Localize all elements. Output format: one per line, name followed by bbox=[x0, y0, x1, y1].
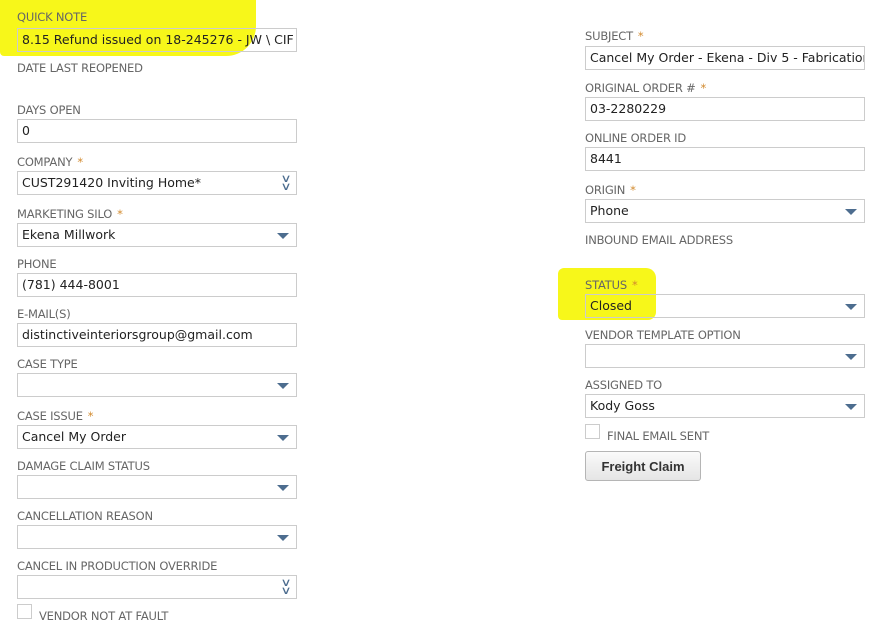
assigned-to-select[interactable]: Kody Goss bbox=[585, 394, 865, 418]
damage-claim-status-label: DAMAGE CLAIM STATUS bbox=[17, 459, 150, 473]
case-type-label: CASE TYPE bbox=[17, 357, 78, 371]
marketing-silo-label: MARKETING SILO * bbox=[17, 207, 123, 221]
required-asterisk-icon: * bbox=[117, 207, 123, 221]
e-mail-s-label: E-MAIL(S) bbox=[17, 307, 71, 321]
case-issue-label: CASE ISSUE * bbox=[17, 409, 94, 423]
field-label-text: QUICK NOTE bbox=[17, 10, 88, 24]
company-select[interactable]: CUST291420 Inviting Home* ∨ ∨ bbox=[17, 171, 297, 195]
online-order-id-input[interactable]: 8441 bbox=[585, 147, 865, 171]
field-label-text: INBOUND EMAIL ADDRESS bbox=[585, 233, 734, 247]
required-asterisk-icon: * bbox=[700, 81, 707, 95]
date-last-reopened-label: DATE LAST REOPENED bbox=[17, 61, 143, 75]
field-label-text: ORIGINAL ORDER # bbox=[585, 81, 696, 95]
cancel-in-production-override-select[interactable]: ∨ ∨ bbox=[17, 575, 297, 599]
double-chevron-down-icon[interactable]: ∨ ∨ bbox=[280, 577, 291, 596]
field-label-text: ONLINE ORDER ID bbox=[585, 131, 687, 145]
case-type-select[interactable] bbox=[17, 373, 297, 397]
required-asterisk-icon: * bbox=[631, 278, 638, 292]
field-value: 03-2280229 bbox=[590, 101, 667, 116]
original-order-input[interactable]: 03-2280229 bbox=[585, 97, 865, 121]
assigned-to-label: ASSIGNED TO bbox=[585, 378, 662, 392]
days-open-label: DAYS OPEN bbox=[17, 103, 81, 117]
field-value: CUST291420 Inviting Home* bbox=[22, 175, 201, 190]
case-issue-select[interactable]: Cancel My Order bbox=[17, 425, 297, 449]
dropdown-arrow-icon[interactable] bbox=[277, 383, 289, 389]
field-label-text: MARKETING SILO bbox=[17, 207, 113, 221]
required-asterisk-icon: * bbox=[630, 183, 636, 197]
e-mail-s-input[interactable]: distinctiveinteriorsgroup@gmail.com bbox=[17, 323, 297, 347]
phone-label: PHONE bbox=[17, 257, 57, 271]
dropdown-arrow-icon[interactable] bbox=[277, 233, 289, 239]
field-value: Cancel My Order - Ekena - Div 5 - Fabric… bbox=[590, 50, 865, 65]
field-value: Cancel My Order bbox=[22, 429, 126, 444]
subject-label: SUBJECT * bbox=[585, 29, 644, 43]
cancellation-reason-label: CANCELLATION REASON bbox=[17, 509, 153, 523]
field-label-text: ASSIGNED TO bbox=[585, 378, 663, 392]
vendor-template-option-label: VENDOR TEMPLATE OPTION bbox=[585, 328, 741, 342]
dropdown-arrow-icon[interactable] bbox=[277, 435, 289, 441]
phone-input[interactable]: (781) 444-8001 bbox=[17, 273, 297, 297]
origin-label: ORIGIN * bbox=[585, 183, 636, 197]
required-asterisk-icon: * bbox=[87, 409, 94, 423]
dropdown-arrow-icon[interactable] bbox=[277, 535, 289, 541]
field-value: Ekena Millwork bbox=[22, 227, 116, 242]
vendor-not-at-fault-label: VENDOR NOT AT FAULT bbox=[39, 609, 169, 623]
origin-select[interactable]: Phone bbox=[585, 199, 865, 223]
double-chevron-down-icon[interactable]: ∨ ∨ bbox=[280, 173, 291, 192]
damage-claim-status-select[interactable] bbox=[17, 475, 297, 499]
field-value: 8.15 Refund issued on 18-245276 - JW \ C… bbox=[22, 32, 297, 47]
field-label-text: CANCELLATION REASON bbox=[17, 509, 153, 523]
cancel-in-production-override-label: CANCEL IN PRODUCTION OVERRIDE bbox=[17, 559, 217, 573]
field-value: Kody Goss bbox=[590, 398, 655, 413]
field-label-text: SUBJECT bbox=[585, 29, 633, 43]
quick-note-input[interactable]: 8.15 Refund issued on 18-245276 - JW \ C… bbox=[17, 28, 297, 52]
field-label-text: DAYS OPEN bbox=[17, 103, 81, 117]
vendor-template-option-select[interactable] bbox=[585, 344, 865, 368]
status-select[interactable]: Closed bbox=[585, 294, 865, 318]
field-value: distinctiveinteriorsgroup@gmail.com bbox=[22, 327, 253, 342]
dropdown-arrow-icon[interactable] bbox=[845, 404, 857, 410]
field-label-text: PHONE bbox=[17, 257, 57, 271]
final-email-sent-label: FINAL EMAIL SENT bbox=[607, 429, 710, 443]
field-value: 8441 bbox=[590, 151, 622, 166]
field-label-text: E-MAIL(S) bbox=[17, 307, 71, 321]
vendor-not-at-fault-checkbox[interactable] bbox=[17, 604, 32, 619]
dropdown-arrow-icon[interactable] bbox=[845, 304, 857, 310]
field-label-text: STATUS bbox=[585, 278, 627, 292]
field-label-text: VENDOR TEMPLATE OPTION bbox=[585, 328, 741, 342]
quick-note-label: QUICK NOTE bbox=[17, 10, 87, 24]
freight-claim-button[interactable]: Freight Claim bbox=[585, 451, 701, 481]
status-label: STATUS * bbox=[585, 278, 638, 292]
field-label-text: CASE ISSUE bbox=[17, 409, 83, 423]
days-open-input[interactable]: 0 bbox=[17, 119, 297, 143]
dropdown-arrow-icon[interactable] bbox=[277, 485, 289, 491]
field-label-text: DATE LAST REOPENED bbox=[17, 61, 143, 75]
required-asterisk-icon: * bbox=[637, 29, 644, 43]
subject-input[interactable]: Cancel My Order - Ekena - Div 5 - Fabric… bbox=[585, 46, 865, 70]
dropdown-arrow-icon[interactable] bbox=[845, 354, 857, 360]
field-label-text: ORIGIN bbox=[585, 183, 626, 197]
field-label-text: DAMAGE CLAIM STATUS bbox=[17, 459, 150, 473]
field-value: (781) 444-8001 bbox=[22, 277, 120, 292]
field-label-text: CANCEL IN PRODUCTION OVERRIDE bbox=[17, 559, 218, 573]
required-asterisk-icon: * bbox=[77, 155, 83, 169]
dropdown-arrow-icon[interactable] bbox=[845, 209, 857, 215]
field-label-text: CASE TYPE bbox=[17, 357, 78, 371]
field-value: Phone bbox=[590, 203, 629, 218]
online-order-id-label: ONLINE ORDER ID bbox=[585, 131, 686, 145]
field-value: Closed bbox=[590, 298, 632, 313]
inbound-email-address-label: INBOUND EMAIL ADDRESS bbox=[585, 233, 733, 247]
final-email-sent-checkbox[interactable] bbox=[585, 424, 600, 439]
field-label-text: COMPANY bbox=[17, 155, 73, 169]
cancellation-reason-select[interactable] bbox=[17, 525, 297, 549]
marketing-silo-select[interactable]: Ekena Millwork bbox=[17, 223, 297, 247]
field-value: 0 bbox=[22, 123, 30, 138]
original-order-label: ORIGINAL ORDER # * bbox=[585, 81, 706, 95]
company-label: COMPANY * bbox=[17, 155, 83, 169]
